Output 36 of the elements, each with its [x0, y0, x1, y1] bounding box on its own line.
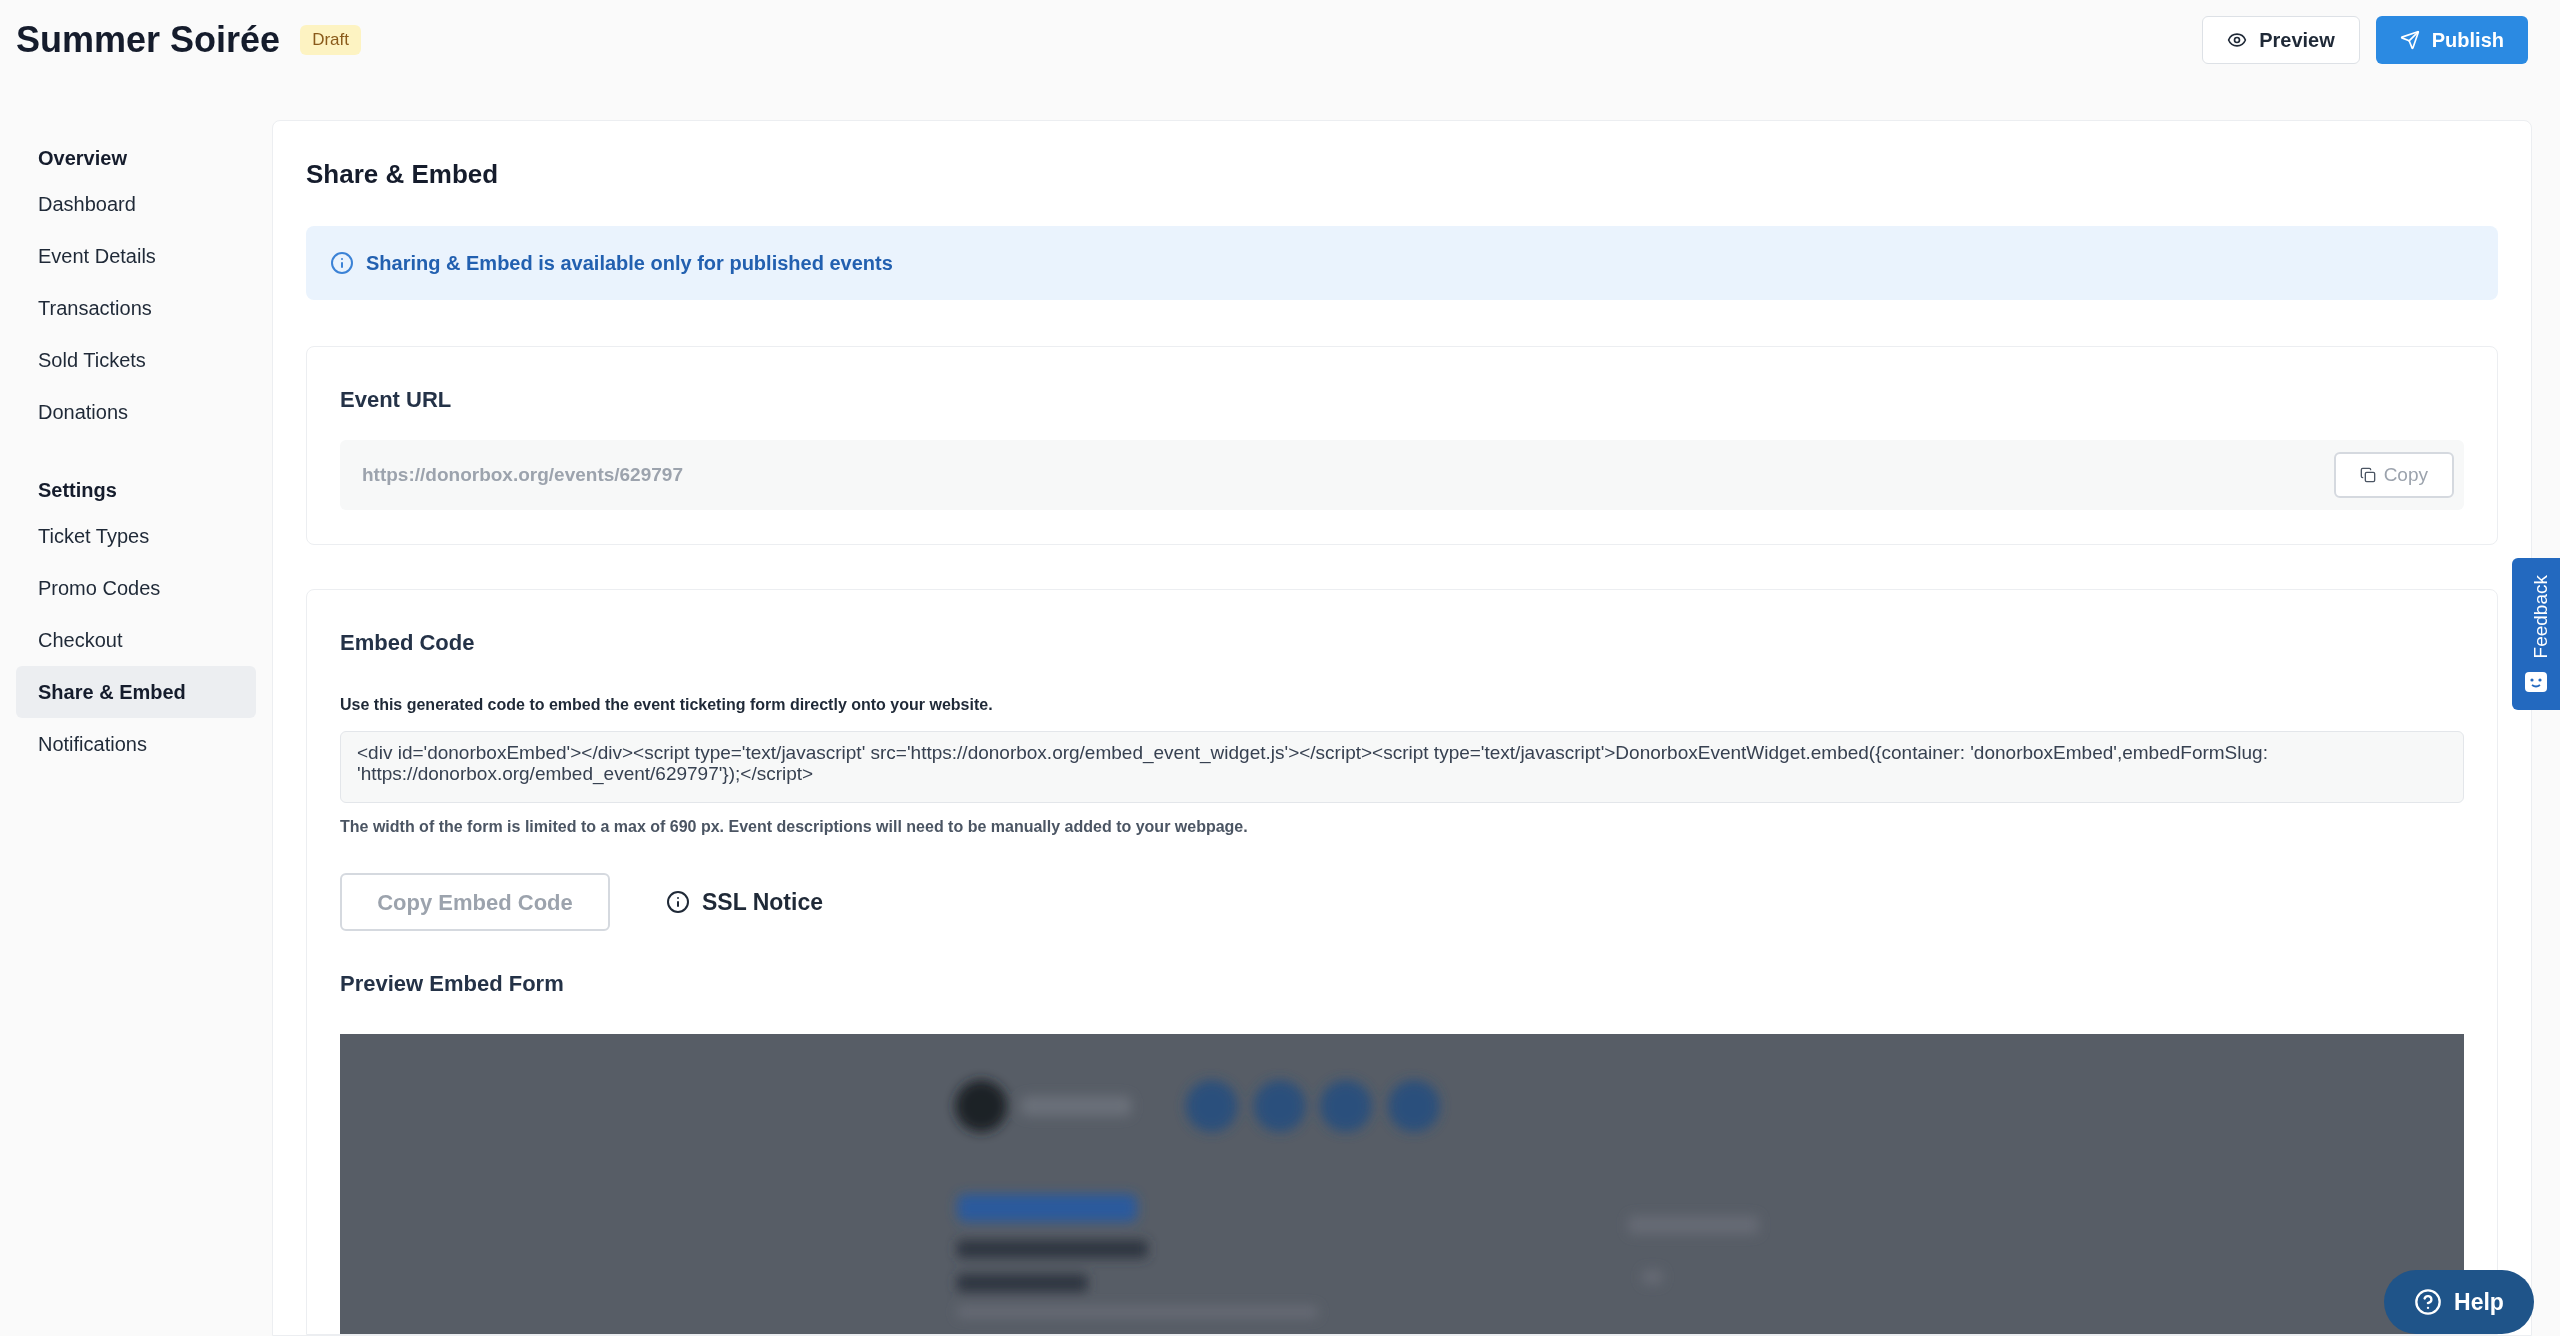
eye-icon: [2227, 30, 2248, 50]
help-button[interactable]: Help: [2384, 1270, 2534, 1334]
sidebar-item[interactable]: Donations: [16, 386, 256, 438]
page-title: Summer Soirée: [16, 18, 281, 62]
url-value: https://donorbox.org/events/629797: [362, 462, 683, 487]
sidebar-item[interactable]: Sold Tickets: [16, 334, 256, 386]
card-title: Event URL: [340, 386, 453, 414]
card-title: Embed Code: [340, 629, 476, 657]
feedback-tab[interactable]: Feedback: [2512, 558, 2560, 710]
info-icon: [666, 890, 690, 914]
preview-button[interactable]: Preview: [2202, 16, 2360, 64]
help-icon: [2414, 1288, 2443, 1316]
sidebar-item[interactable]: Ticket Types: [16, 510, 256, 562]
ssl-notice-link[interactable]: SSL Notice: [702, 884, 823, 920]
sidebar-heading: Settings: [37, 478, 118, 503]
sidebar-item[interactable]: Dashboard: [16, 178, 256, 230]
width-note: The width of the form is limited to a max of 690 px. Event descriptions will need to be manually added to your webpage.: [340, 817, 1249, 837]
banner-text: Sharing & Embed is available only for published events: [366, 251, 893, 276]
embed-code-field[interactable]: <div id='donorboxEmbed'></div><script type='text/javascript' src='https://donorbox.org/embed_event_widget.js'></script><script type='text/javascript'>DonorboxEventWidget.embed({container: 'donorboxEmbed',embedFormSlug: 'https://donorbox.org/embed_event/629797'});</script>: [340, 731, 2464, 803]
section-title: Share & Embed: [306, 158, 500, 191]
info-icon: [330, 251, 354, 275]
sidebar-heading: Overview: [37, 146, 128, 171]
status-badge: Draft: [300, 25, 361, 55]
chat-face-icon: [2524, 670, 2548, 693]
sidebar-item[interactable]: Share & Embed: [16, 666, 256, 718]
embed-description: Use this generated code to embed the event ticketing form directly onto your website.: [340, 695, 994, 715]
publish-button[interactable]: Publish: [2375, 16, 2528, 64]
preview-title: Preview Embed Form: [340, 970, 565, 998]
sidebar-item[interactable]: Promo Codes: [16, 562, 256, 614]
sidebar-item[interactable]: Notifications: [16, 718, 256, 770]
send-icon: [2399, 30, 2420, 50]
sidebar-item[interactable]: Event Details: [16, 230, 256, 282]
copy-icon: [2359, 467, 2376, 483]
sidebar-item[interactable]: Checkout: [16, 614, 256, 666]
sidebar-item[interactable]: Transactions: [16, 282, 256, 334]
feedback-label: Feedback: [2528, 575, 2546, 659]
